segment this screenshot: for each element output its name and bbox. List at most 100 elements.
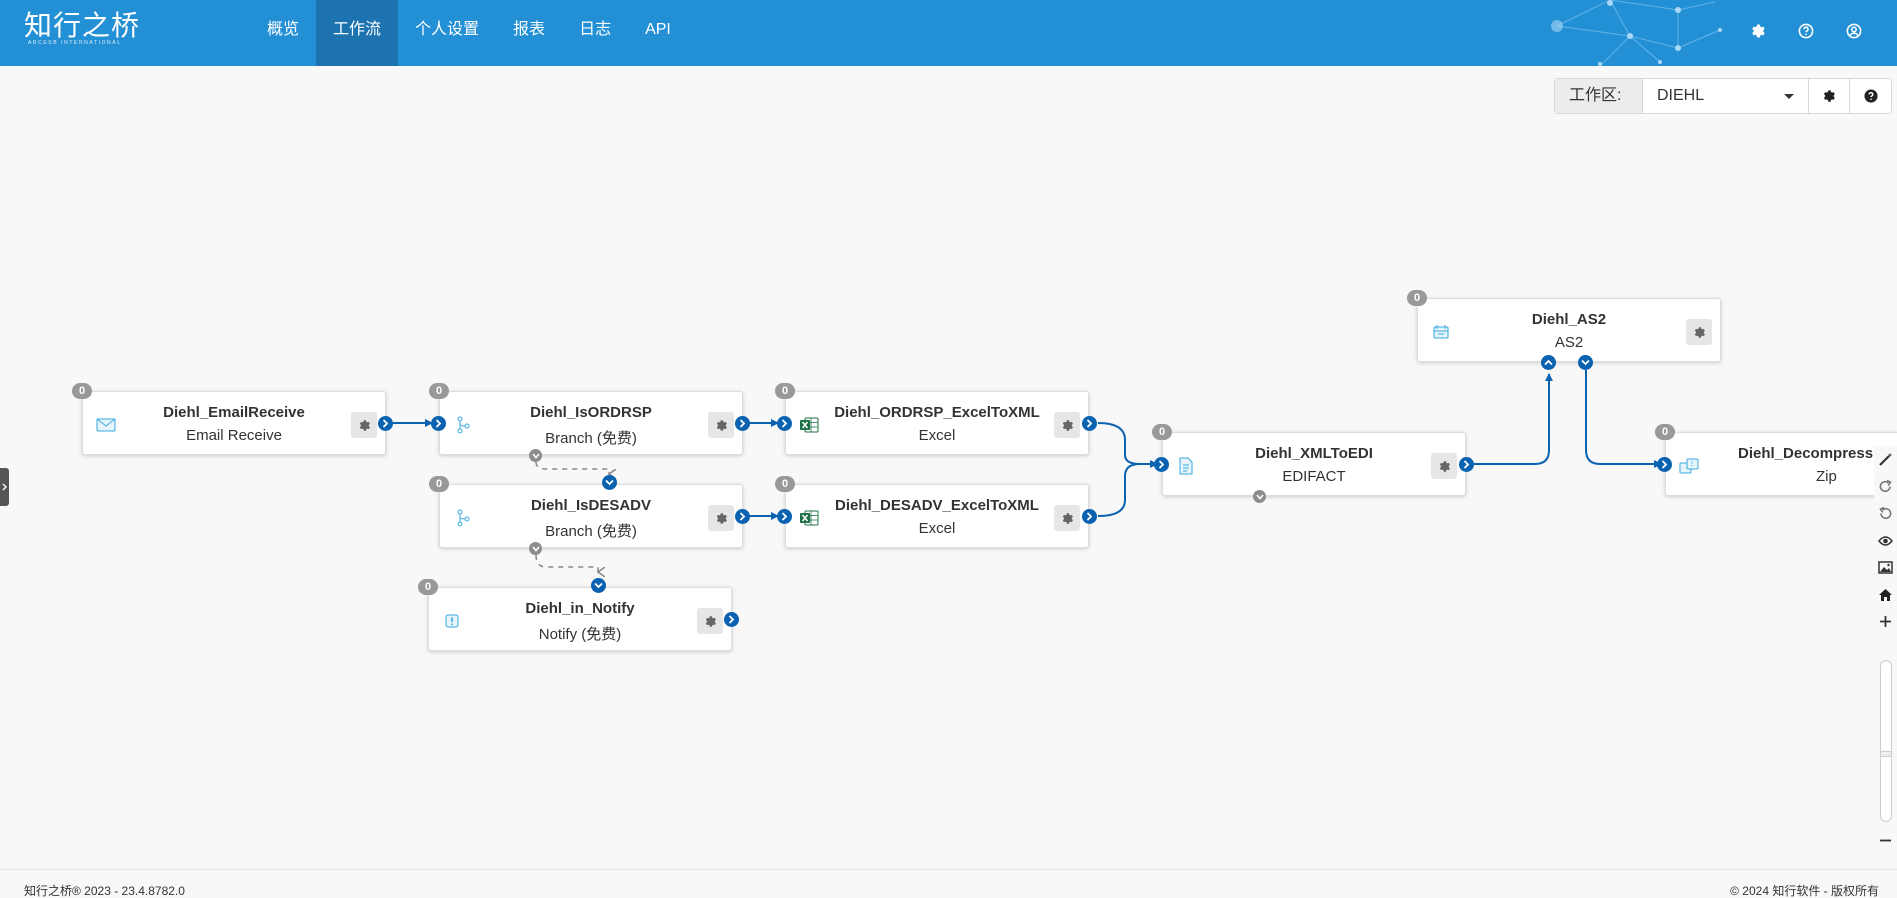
node-subtitle: AS2 [1554,334,1584,351]
gear-icon[interactable] [1745,18,1771,44]
input-port[interactable] [602,475,617,490]
input-port[interactable] [1657,457,1672,472]
node-settings-button[interactable] [1054,412,1080,438]
nav-workflow[interactable]: 工作流 [316,0,399,66]
gear-icon [1823,90,1835,102]
error-port[interactable] [1253,490,1266,503]
excel-icon [798,416,820,434]
node-subtitle: Excel [918,427,956,444]
input-port[interactable] [591,578,606,593]
node-xml-to-edi[interactable]: Diehl_XMLToEDI EDIFACT [1162,432,1466,496]
message-count-badge: 0 [1655,424,1675,440]
node-ordrsp-excel-to-xml[interactable]: Diehl_ORDRSP_ExcelToXML Excel [785,391,1089,455]
image-icon[interactable] [1874,554,1897,581]
node-settings-button[interactable] [1054,505,1080,531]
node-subtitle: Notify (免费) [538,626,622,643]
footer-copyright: © 2024 知行软件 - 版权所有 [1730,884,1879,898]
redo-icon[interactable] [1874,473,1897,500]
branch-link-isordrsp-to-isdesadv [535,461,609,474]
nav-logs[interactable]: 日志 [562,0,628,66]
chevron-right-icon [2,483,7,491]
gear-icon [1062,419,1073,431]
input-port[interactable] [777,509,792,524]
sidebar-toggle[interactable] [0,468,9,506]
header-icons [1745,18,1867,44]
workspace-settings-button[interactable] [1809,79,1850,113]
node-settings-button[interactable] [1431,453,1457,479]
header-network-decoration [1551,0,1722,66]
output-port[interactable] [724,612,739,627]
chevron-right-icon [781,512,788,521]
chevron-down-icon [1255,493,1264,500]
node-as2[interactable]: Diehl_AS2 AS2 [1417,298,1721,362]
canvas-toolbar [1874,446,1897,635]
nav-overview[interactable]: 概览 [250,0,316,66]
workspace-help-button[interactable] [1850,79,1891,113]
output-port[interactable] [735,416,750,431]
node-settings-button[interactable] [1686,319,1712,345]
chevron-down-icon [531,545,540,552]
gear-icon [1439,460,1450,472]
input-port[interactable] [431,416,446,431]
gear-icon [1694,326,1705,338]
branch-false-port[interactable] [529,542,542,555]
output-port[interactable] [378,416,393,431]
output-port[interactable] [1578,355,1593,370]
notify-icon [441,612,463,630]
chevron-right-icon [435,419,442,428]
input-port[interactable] [1154,457,1169,472]
message-count-badge: 0 [429,383,449,399]
chevron-right-icon [1661,460,1668,469]
chevron-down-icon [594,582,603,589]
branch-icon [452,416,474,434]
link-as2-to-decompression [1585,370,1662,468]
chevron-right-icon [739,512,746,521]
node-is-desadv[interactable]: Diehl_IsDESADV Branch (免费) [439,484,743,548]
branch-false-port[interactable] [529,449,542,462]
zoom-out-icon[interactable] [1874,827,1897,854]
edi-document-icon [1175,457,1197,475]
caret-down-icon [1784,94,1794,99]
node-settings-button[interactable] [708,412,734,438]
help-icon[interactable] [1793,18,1819,44]
gear-icon [359,419,370,431]
logo-subtext: ARCESB INTERNATIONAL [28,40,122,46]
eye-icon[interactable] [1874,527,1897,554]
node-desadv-excel-to-xml[interactable]: Diehl_DESADV_ExcelToXML Excel [785,484,1089,548]
user-icon[interactable] [1841,18,1867,44]
node-in-notify[interactable]: Diehl_in_Notify Notify (免费) [428,587,732,651]
magic-wand-icon[interactable] [1874,446,1897,473]
nav-personal-settings[interactable]: 个人设置 [398,0,496,66]
zoom-slider-handle[interactable] [1880,751,1892,757]
excel-icon [798,509,820,527]
workspace-select[interactable]: DIEHL [1643,79,1809,113]
zoom-in-icon[interactable] [1874,608,1897,635]
zoom-slider[interactable] [1880,660,1892,822]
home-icon[interactable] [1874,581,1897,608]
output-port[interactable] [735,509,750,524]
input-port[interactable] [1541,355,1556,370]
branch-icon [452,509,474,527]
node-is-ordrsp[interactable]: Diehl_IsORDRSP Branch (免费) [439,391,743,455]
nav-api[interactable]: API [628,0,688,66]
node-title: Diehl_DESADV_ExcelToXML [835,497,1039,514]
logo[interactable]: 知行之桥 ARCESB INTERNATIONAL [24,10,140,47]
footer: 知行之桥® 2023 - 23.4.8782.0 © 2024 知行软件 - 版… [0,869,1897,898]
output-port[interactable] [1459,457,1474,472]
output-port[interactable] [1082,509,1097,524]
node-settings-button[interactable] [708,505,734,531]
gear-icon [705,615,716,627]
input-port[interactable] [777,416,792,431]
nav-reports[interactable]: 报表 [496,0,562,66]
undo-icon[interactable] [1874,500,1897,527]
output-port[interactable] [1082,416,1097,431]
main-nav: 概览 工作流 个人设置 报表 日志 API [250,0,688,66]
zip-icon [1678,457,1700,475]
message-count-badge: 0 [775,476,795,492]
chevron-down-icon [531,452,540,459]
node-settings-button[interactable] [351,412,377,438]
node-settings-button[interactable] [697,608,723,634]
chevron-right-icon [1086,512,1093,521]
node-email-receive[interactable]: Diehl_EmailReceive Email Receive [82,391,386,455]
node-decompression[interactable]: Diehl_Decompression Zip [1665,432,1897,496]
